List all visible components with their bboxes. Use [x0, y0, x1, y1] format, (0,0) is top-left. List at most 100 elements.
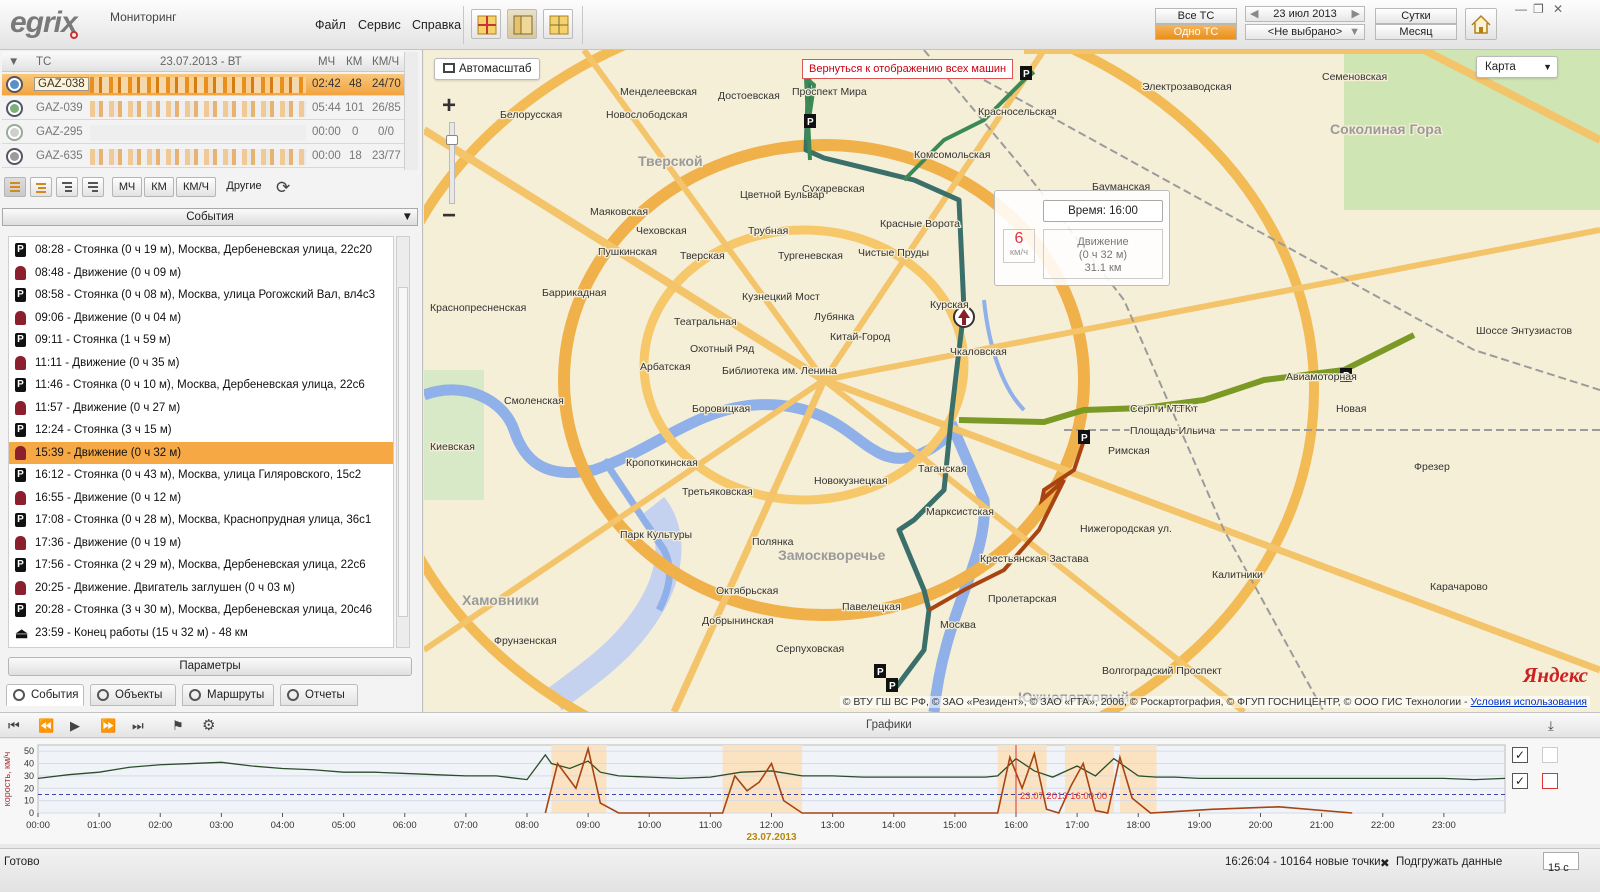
parking-marker[interactable]: P [874, 664, 886, 678]
event-row[interactable]: P 17:56 - Стоянка (2 ч 29 м), Москва, Дер… [9, 554, 393, 576]
map-layer-select[interactable]: Карта ▼ [1476, 56, 1558, 78]
event-row[interactable]: ⏏ 23:59 - Конец работы (15 ч 32 м) - 48 к… [9, 622, 393, 644]
tab-routes[interactable]: Маршруты [182, 684, 274, 706]
one-vehicle-toggle[interactable]: Одно ТС [1155, 24, 1237, 40]
status-ready: Готово [4, 856, 40, 868]
refresh-icon[interactable]: ⟳ [276, 178, 290, 198]
skip-start-icon[interactable]: ⏮ [8, 718, 20, 734]
minimize-icon[interactable]: — [1515, 2, 1527, 16]
svg-text:P: P [877, 667, 884, 678]
zoom-slider[interactable] [446, 122, 458, 204]
parking-icon: P [15, 333, 26, 347]
event-row[interactable]: P 08:58 - Стоянка (0 ч 08 м), Москва, ули… [9, 284, 393, 306]
close-icon[interactable]: ✕ [1553, 2, 1563, 16]
series-color-swatch[interactable] [1542, 773, 1558, 789]
vehicle-table-scrollbar[interactable] [404, 52, 418, 170]
route-select[interactable]: <Не выбрано> ▼ [1245, 24, 1365, 40]
zoom-out-icon[interactable]: − [442, 202, 456, 230]
x-tick-label: 05:00 [332, 820, 356, 831]
zoom-in-icon[interactable]: + [442, 92, 456, 120]
flag-icon[interactable]: ⚑ [172, 718, 184, 734]
event-row[interactable]: 15:39 - Движение (0 ч 32 м) [9, 441, 393, 464]
vehicle-row[interactable]: GAZ-039 05:44 101 26/85 [2, 98, 404, 120]
parking-marker[interactable]: P [886, 678, 898, 692]
event-row[interactable]: P 11:46 - Стоянка (0 ч 10 м), Москва, Дер… [9, 374, 393, 396]
parking-marker[interactable]: P [804, 114, 816, 128]
series-speed-checkbox[interactable]: ✓ [1512, 747, 1528, 763]
col-vehicle[interactable]: ТС [36, 56, 51, 68]
layout-map-button[interactable] [471, 9, 501, 39]
params-button[interactable]: Параметры [8, 657, 412, 676]
unit-mh-button[interactable]: МЧ [112, 177, 142, 197]
chevron-down-icon: ▼ [401, 211, 413, 223]
events-scrollbar[interactable] [396, 236, 410, 648]
layout-grid-button[interactable] [543, 9, 573, 39]
terms-link[interactable]: Условия использования [1470, 696, 1587, 708]
vehicle-row[interactable]: GAZ-038 02:42 48 24/70 [2, 74, 404, 96]
col-kmh[interactable]: КМ/Ч [372, 56, 399, 68]
menu-file[interactable]: Файл [315, 18, 346, 32]
vehicle-row[interactable]: GAZ-295 00:00 0 0/0 [2, 122, 404, 144]
event-row[interactable]: P 08:28 - Стоянка (0 ч 19 м), Москва, Дер… [9, 239, 393, 261]
event-row[interactable]: 11:11 - Движение (0 ч 35 м) [9, 352, 393, 374]
series-color-swatch[interactable] [1542, 747, 1558, 763]
autoscale-button[interactable]: Автомасштаб [434, 58, 541, 80]
map-canvas[interactable]: P P P P P P БеговойМенделеевскаяДостоевс… [424, 50, 1600, 712]
event-row[interactable]: P 17:08 - Стоянка (0 ч 28 м), Москва, Кра… [9, 509, 393, 531]
other-dropdown[interactable]: Другие [220, 177, 268, 197]
view-detail-button[interactable] [82, 177, 104, 197]
skip-end-icon[interactable]: ⏭ [132, 718, 144, 734]
unit-kmh-button[interactable]: КМ/Ч [176, 177, 216, 197]
popup-speed-value: 6 [1014, 230, 1024, 247]
col-km[interactable]: КМ [346, 56, 362, 68]
load-data-checkbox[interactable]: ✖ [1380, 856, 1390, 870]
vehicle-row[interactable]: GAZ-635 00:00 18 23/77 [2, 146, 404, 168]
collapse-arrow-icon[interactable]: ⤓ [1548, 718, 1554, 734]
refresh-interval-select[interactable]: 15 с [1543, 852, 1579, 874]
unit-km-button[interactable]: КМ [144, 177, 174, 197]
back-to-all-vehicles-link[interactable]: Вернуться к отображению всех машин [802, 59, 1014, 79]
view-list-button[interactable] [4, 177, 26, 197]
parking-marker[interactable]: P [1020, 66, 1032, 80]
series-track-checkbox[interactable]: ✓ [1512, 773, 1528, 789]
route-select-value: <Не выбрано> [1267, 26, 1343, 38]
parking-marker[interactable]: P [1078, 430, 1090, 444]
events-dropdown[interactable]: События ▼ [2, 208, 418, 226]
period-month-toggle[interactable]: Месяц [1375, 24, 1457, 40]
prev-date-icon[interactable]: ◀ [1250, 7, 1258, 21]
view-compact-button[interactable] [30, 177, 52, 197]
gear-icon[interactable]: ⚙ [202, 716, 215, 734]
map-view[interactable]: P P P P P P БеговойМенделеевскаяДостоевс… [424, 50, 1600, 712]
restore-icon[interactable]: ❐ [1533, 2, 1544, 16]
play-icon[interactable]: ▶ [70, 718, 80, 734]
event-row[interactable]: 11:57 - Движение (0 ч 27 м) [9, 397, 393, 419]
home-button[interactable] [1465, 8, 1497, 40]
event-row[interactable]: 20:25 - Движение. Двигатель заглушен (0 … [9, 577, 393, 599]
vehicle-mh: 00:00 [312, 126, 341, 138]
period-day-toggle[interactable]: Сутки [1375, 8, 1457, 24]
filter-icon[interactable]: ▼ [8, 56, 19, 68]
layout-split-button[interactable] [507, 9, 537, 39]
event-row[interactable]: P 12:24 - Стоянка (3 ч 15 м) [9, 419, 393, 441]
scroll-thumb[interactable] [398, 287, 408, 617]
next-date-icon[interactable]: ▶ [1352, 7, 1360, 21]
step-back-icon[interactable]: ⏪ [38, 718, 54, 734]
col-mh[interactable]: МЧ [318, 56, 335, 68]
zoom-slider-handle[interactable] [446, 135, 458, 145]
tab-reports[interactable]: Отчеты [280, 684, 358, 706]
event-row[interactable]: P 16:12 - Стоянка (0 ч 43 м), Москва, ули… [9, 464, 393, 486]
event-row[interactable]: P 09:11 - Стоянка (1 ч 59 м) [9, 329, 393, 351]
menu-help[interactable]: Справка [412, 18, 461, 32]
event-row[interactable]: 17:36 - Движение (0 ч 19 м) [9, 532, 393, 554]
event-row[interactable]: 09:06 - Движение (0 ч 04 м) [9, 307, 393, 329]
tab-objects[interactable]: Объекты [90, 684, 176, 706]
event-row[interactable]: P 20:28 - Стоянка (3 ч 30 м), Москва, Дер… [9, 599, 393, 621]
date-picker[interactable]: ◀ 23 июл 2013 ▶ [1245, 6, 1365, 22]
event-row[interactable]: 08:48 - Движение (0 ч 09 м) [9, 262, 393, 284]
event-row[interactable]: 16:55 - Движение (0 ч 12 м) [9, 487, 393, 509]
step-forward-icon[interactable]: ⏩ [100, 718, 116, 734]
view-tree-button[interactable] [56, 177, 78, 197]
tab-events[interactable]: События [6, 684, 84, 706]
menu-service[interactable]: Сервис [358, 18, 401, 32]
all-vehicles-toggle[interactable]: Все ТС [1155, 8, 1237, 24]
